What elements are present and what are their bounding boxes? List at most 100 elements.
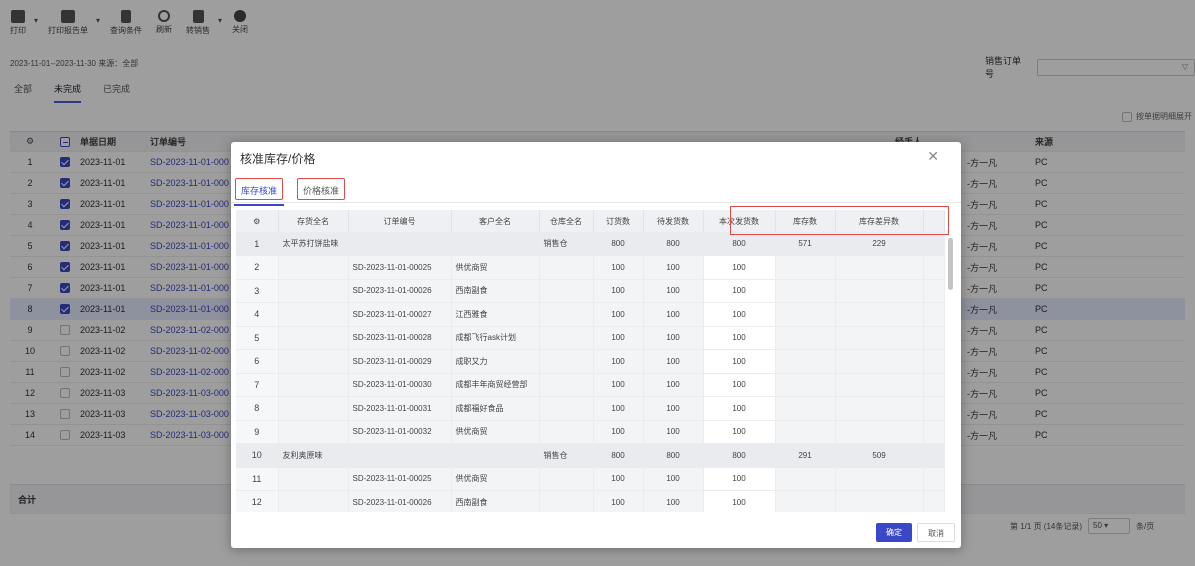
grid-row[interactable]: 5 SD-2023-11-01-00028 成都飞行ask计划 100 100 100: [236, 326, 945, 350]
grid-ship-qty-input[interactable]: 100: [703, 373, 776, 397]
grid-customer: 供优商贸: [451, 467, 540, 491]
grid-pending-qty: 100: [643, 373, 704, 397]
grid-stock-qty: 571: [775, 232, 836, 256]
grid-scrollbar[interactable]: [948, 238, 953, 290]
grid-stock-qty: [775, 326, 836, 350]
grid-warehouse: [539, 302, 594, 327]
grid-ship-qty-input[interactable]: 100: [703, 396, 776, 421]
cancel-button[interactable]: 取消: [917, 523, 955, 542]
grid-ordered-qty: 100: [593, 420, 644, 444]
header-stock-qty: 库存数: [775, 210, 836, 232]
grid-stock-qty: [775, 373, 836, 397]
header-warehouse: 仓库全名: [539, 210, 594, 232]
grid-item-name: [278, 420, 349, 444]
grid-ship-qty-input[interactable]: 100: [703, 279, 776, 303]
grid-stock-diff: 509: [835, 443, 924, 468]
grid-row[interactable]: 2 SD-2023-11-01-00025 供优商贸 100 100 100: [236, 255, 945, 280]
confirm-button[interactable]: 确定: [876, 523, 912, 542]
grid-row-index: 4: [236, 302, 279, 327]
grid-customer: [451, 232, 540, 256]
header-item-name: 存货全名: [278, 210, 349, 232]
grid-item-name: [278, 302, 349, 327]
verify-stock-price-dialog: 核准库存/价格 ✕ 库存核准 价格核准 ⚙ 存货全名 订单编号 客户全名 仓库全…: [231, 142, 961, 548]
grid-pending-qty: 800: [643, 443, 704, 468]
grid-warehouse: [539, 279, 594, 303]
grid-customer: 成都飞行ask计划: [451, 326, 540, 350]
grid-ship-qty-input[interactable]: 800: [703, 232, 776, 256]
grid-order-no: SD-2023-11-01-00027: [348, 302, 452, 327]
grid-row-index: 1: [236, 232, 279, 256]
grid-row[interactable]: 8 SD-2023-11-01-00031 成都福好食品 100 100 100: [236, 396, 945, 421]
grid-order-no: SD-2023-11-01-00031: [348, 396, 452, 421]
tab-price-verify[interactable]: 价格核准: [297, 178, 346, 200]
header-customer: 客户全名: [451, 210, 540, 232]
grid-order-no: [348, 232, 452, 256]
grid-order-no: SD-2023-11-01-00025: [348, 255, 452, 280]
grid-warehouse: [539, 255, 594, 280]
grid-item-name: [278, 490, 349, 512]
grid-customer: 供优商贸: [451, 255, 540, 280]
grid-row-index: 9: [236, 420, 279, 444]
grid-item-name: [278, 396, 349, 421]
grid-stock-qty: [775, 349, 836, 374]
grid-pending-qty: 100: [643, 420, 704, 444]
grid-warehouse: [539, 490, 594, 512]
grid-ship-qty-input[interactable]: 100: [703, 326, 776, 350]
grid-ship-qty-input[interactable]: 800: [703, 443, 776, 468]
grid-ship-qty-input[interactable]: 100: [703, 490, 776, 512]
grid-row[interactable]: 10 友利奥原味 销售仓 800 800 800 291 509: [236, 443, 945, 468]
grid-item-name: [278, 349, 349, 374]
grid-pending-qty: 800: [643, 232, 704, 256]
grid-ordered-qty: 100: [593, 302, 644, 327]
header-ship-qty: 本次发货数: [703, 210, 776, 232]
dialog-title: 核准库存/价格: [240, 152, 316, 166]
grid-warehouse: [539, 326, 594, 350]
close-icon[interactable]: ✕: [927, 148, 939, 165]
grid-row[interactable]: 4 SD-2023-11-01-00027 江西雅食 100 100 100: [236, 302, 945, 327]
grid-stock-diff: [835, 490, 924, 512]
grid-row[interactable]: 9 SD-2023-11-01-00032 供优商贸 100 100 100: [236, 420, 945, 444]
grid-customer: 成职又力: [451, 349, 540, 374]
grid-row[interactable]: 3 SD-2023-11-01-00026 西南副食 100 100 100: [236, 279, 945, 303]
grid-stock-qty: 291: [775, 443, 836, 468]
grid-pending-qty: 100: [643, 326, 704, 350]
grid-pending-qty: 100: [643, 279, 704, 303]
grid-order-no: [348, 443, 452, 468]
grid-pending-qty: 100: [643, 490, 704, 512]
grid-customer: 成都丰年商贸经营部: [451, 373, 540, 397]
grid-ordered-qty: 100: [593, 279, 644, 303]
grid-header: ⚙ 存货全名 订单编号 客户全名 仓库全名 订货数 待发货数 本次发货数 库存数…: [236, 210, 945, 232]
grid-settings-icon[interactable]: ⚙: [236, 210, 279, 232]
grid-ship-qty-input[interactable]: 100: [703, 420, 776, 444]
grid-row[interactable]: 1 太平苏打饼盐味 销售仓 800 800 800 571 229: [236, 232, 945, 256]
grid-row-index: 10: [236, 443, 279, 468]
grid-row[interactable]: 6 SD-2023-11-01-00029 成职又力 100 100 100: [236, 349, 945, 374]
grid-stock-qty: [775, 279, 836, 303]
tab-stock-verify[interactable]: 库存核准: [233, 178, 285, 206]
grid-stock-qty: [775, 255, 836, 280]
grid-customer: [451, 443, 540, 468]
grid-row[interactable]: 11 SD-2023-11-01-00025 供优商贸 100 100 100: [236, 467, 945, 491]
grid-row[interactable]: 7 SD-2023-11-01-00030 成都丰年商贸经营部 100 100 100: [236, 373, 945, 397]
grid-row[interactable]: 12 SD-2023-11-01-00026 西南副食 100 100 100: [236, 490, 945, 512]
grid-ship-qty-input[interactable]: 100: [703, 349, 776, 374]
grid-ordered-qty: 800: [593, 443, 644, 468]
grid-ship-qty-input[interactable]: 100: [703, 255, 776, 280]
grid-customer: 供优商贸: [451, 420, 540, 444]
dialog-footer: 确定 取消: [876, 523, 955, 542]
grid-stock-qty: [775, 420, 836, 444]
grid-stock-diff: [835, 349, 924, 374]
grid-order-no: SD-2023-11-01-00026: [348, 490, 452, 512]
grid-order-no: SD-2023-11-01-00026: [348, 279, 452, 303]
header-stock-diff: 库存差异数: [835, 210, 924, 232]
header-order-no: 订单编号: [348, 210, 452, 232]
grid-row-index: 3: [236, 279, 279, 303]
grid-row-index: 7: [236, 373, 279, 397]
grid-order-no: SD-2023-11-01-00030: [348, 373, 452, 397]
grid-ship-qty-input[interactable]: 100: [703, 302, 776, 327]
grid-stock-diff: [835, 373, 924, 397]
grid-item-name: [278, 279, 349, 303]
grid-ship-qty-input[interactable]: 100: [703, 467, 776, 491]
grid-order-no: SD-2023-11-01-00028: [348, 326, 452, 350]
grid-warehouse: 销售仓: [539, 232, 594, 256]
